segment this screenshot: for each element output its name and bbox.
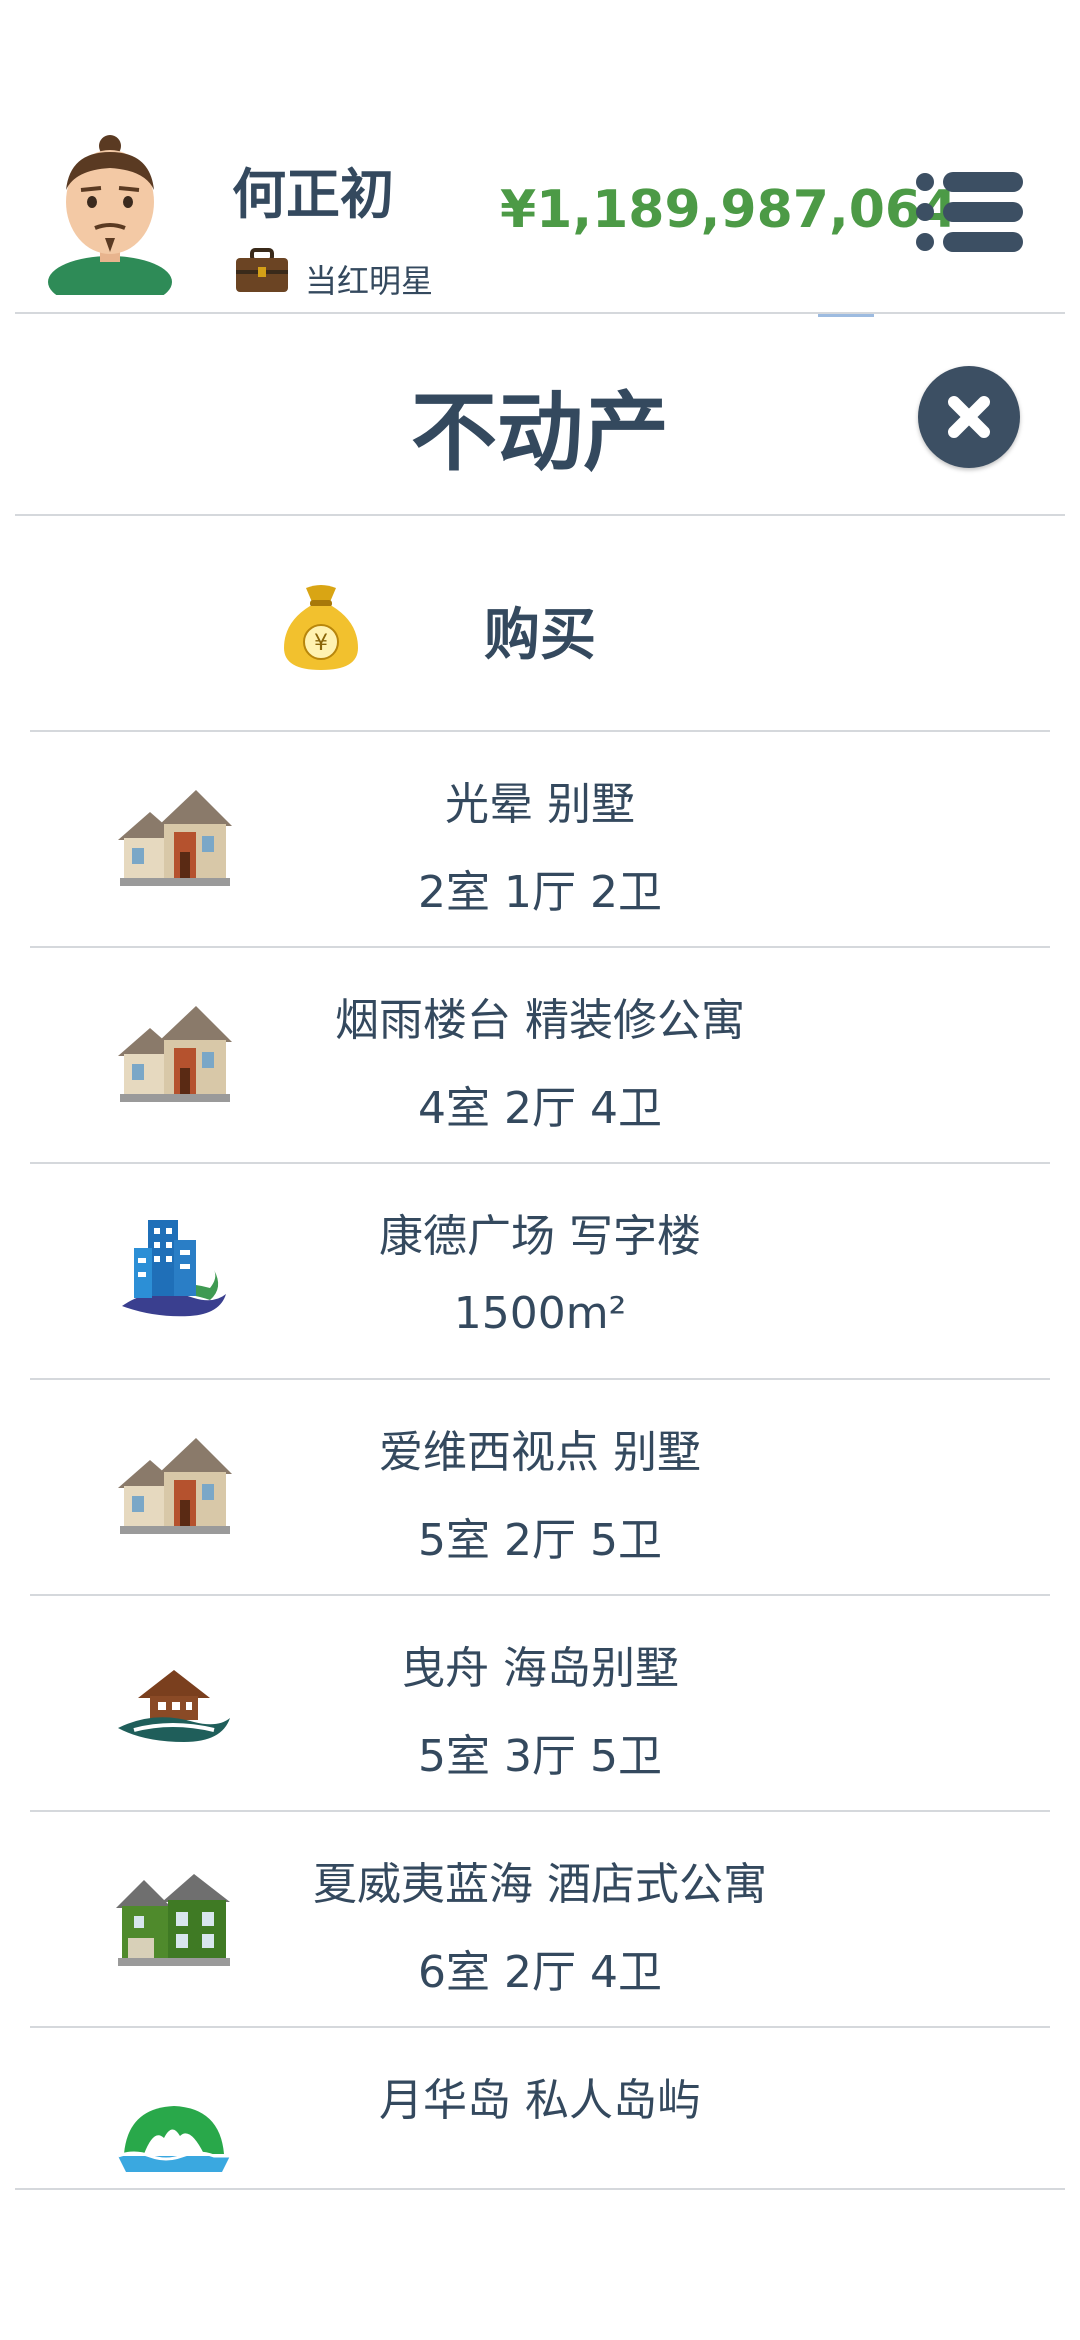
title-divider bbox=[15, 514, 1065, 516]
list-bottom-divider bbox=[15, 2188, 1065, 2190]
property-list: 光晕 别墅 2室 1厅 2卫 烟雨楼台 精装修公寓 4室 2厅 4卫 康德广场 … bbox=[30, 732, 1050, 2178]
close-icon bbox=[948, 396, 990, 438]
property-name: 康德广场 写字楼 bbox=[379, 1211, 701, 1262]
close-button[interactable] bbox=[918, 366, 1020, 468]
property-detail: 4室 2厅 4卫 bbox=[418, 1083, 662, 1134]
avatar-man-icon bbox=[48, 135, 172, 308]
job-title: 当红明星 bbox=[305, 262, 434, 300]
property-detail: 6室 2厅 4卫 bbox=[418, 1947, 662, 1998]
property-item[interactable]: 月华岛 私人岛屿 bbox=[30, 2028, 1050, 2178]
property-name: 烟雨楼台 精装修公寓 bbox=[335, 995, 745, 1046]
list-menu-icon[interactable] bbox=[915, 170, 1025, 254]
property-name: 曳舟 海岛别墅 bbox=[401, 1643, 679, 1694]
property-name: 月华岛 私人岛屿 bbox=[379, 2075, 701, 2126]
money-balance: ¥1,189,987,064 bbox=[500, 180, 958, 240]
property-detail: 2室 1厅 2卫 bbox=[418, 867, 662, 918]
avatar[interactable] bbox=[45, 130, 175, 308]
property-name: 夏威夷蓝海 酒店式公寓 bbox=[313, 1859, 767, 1910]
player-name: 何正初 bbox=[232, 163, 394, 226]
buy-button[interactable]: ¥ 购买 bbox=[30, 530, 1050, 730]
property-item[interactable]: 曳舟 海岛别墅 5室 3厅 5卫 bbox=[30, 1596, 1050, 1812]
property-item[interactable]: 夏威夷蓝海 酒店式公寓 6室 2厅 4卫 bbox=[30, 1812, 1050, 2028]
property-detail: 5室 2厅 5卫 bbox=[418, 1515, 662, 1566]
briefcase-icon bbox=[234, 248, 290, 294]
property-item[interactable]: 烟雨楼台 精装修公寓 4室 2厅 4卫 bbox=[30, 948, 1050, 1164]
property-detail: 1500m² bbox=[453, 1288, 627, 1339]
property-item[interactable]: 康德广场 写字楼 1500m² bbox=[30, 1164, 1050, 1380]
buy-label: 购买 bbox=[484, 603, 596, 668]
property-item[interactable]: 光晕 别墅 2室 1厅 2卫 bbox=[30, 732, 1050, 948]
header-accent-line bbox=[818, 314, 874, 317]
property-name: 爱维西视点 别墅 bbox=[379, 1427, 701, 1478]
property-name: 光晕 别墅 bbox=[445, 779, 635, 830]
property-item[interactable]: 爱维西视点 别墅 5室 2厅 5卫 bbox=[30, 1380, 1050, 1596]
property-detail: 5室 3厅 5卫 bbox=[418, 1731, 662, 1782]
header-divider bbox=[15, 312, 1065, 314]
